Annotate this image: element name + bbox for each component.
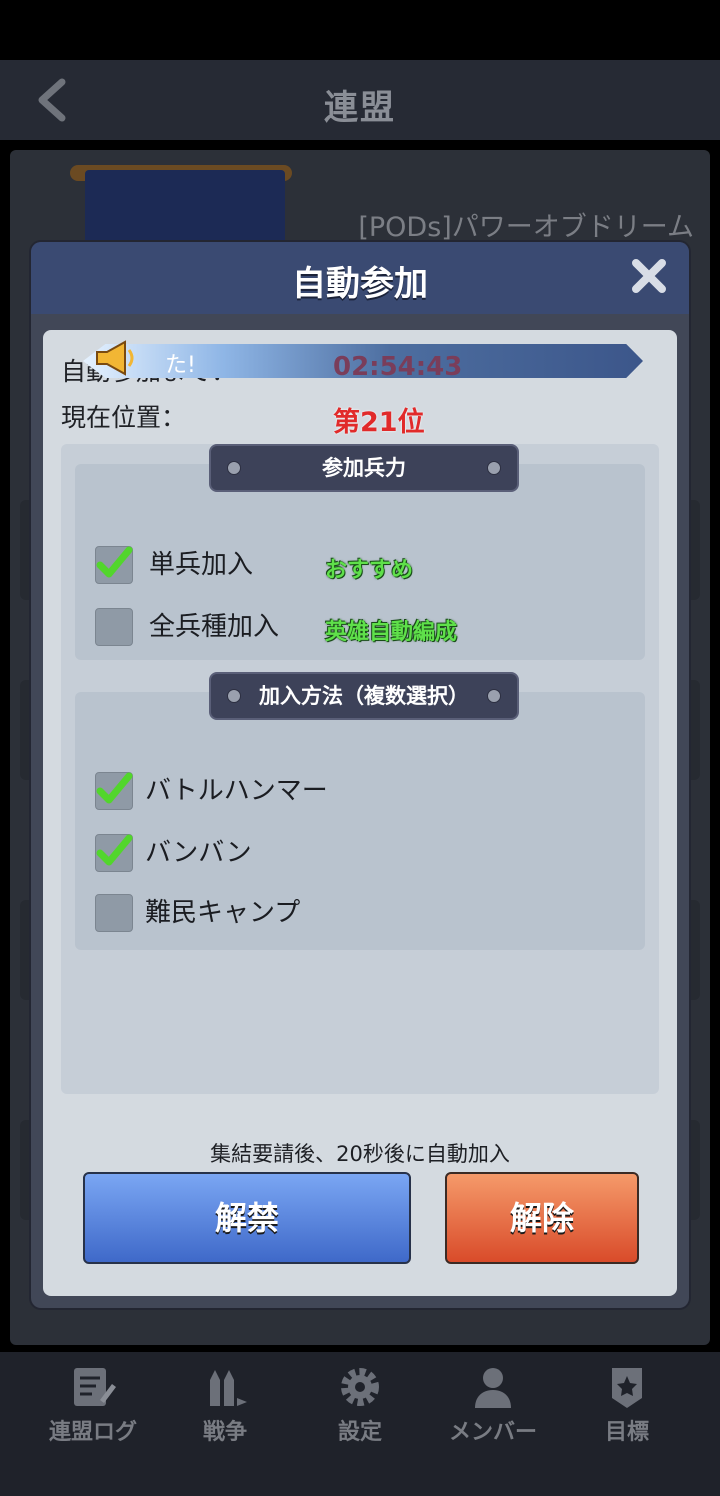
status-bar: [0, 0, 720, 60]
checkbox[interactable]: [95, 894, 133, 932]
dialog-header: 自動参加: [31, 242, 689, 314]
goal-icon: [612, 1368, 642, 1408]
unlock-button[interactable]: 解禁: [83, 1172, 411, 1264]
decor-dot: [227, 461, 241, 475]
recommended-tag: おすすめ: [325, 558, 414, 583]
check-icon: [96, 546, 133, 578]
auto-formation-tag: 英雄自動編成: [325, 620, 458, 645]
check-icon: [96, 772, 133, 804]
member-icon: [475, 1368, 511, 1408]
checkbox[interactable]: [95, 772, 133, 810]
nav-label: メンバー: [448, 1420, 537, 1445]
decor-dot: [487, 689, 501, 703]
decor-dot: [487, 461, 501, 475]
dialog-title: 自動参加: [292, 264, 428, 304]
nav-item-war[interactable]: 戦争: [170, 1364, 280, 1446]
option-label: 全兵種加入: [149, 612, 280, 642]
check-icon: [96, 834, 133, 866]
option-label: 単兵加入: [149, 550, 254, 580]
nav-label: 設定: [337, 1420, 382, 1445]
method-section-title-text: 加入方法（複数選択）: [259, 684, 469, 708]
nav-item-settings[interactable]: 設定: [305, 1364, 415, 1446]
nav-item-member[interactable]: メンバー: [438, 1364, 548, 1446]
troop-section-title-text: 参加兵力: [322, 456, 406, 480]
log-icon: [74, 1368, 116, 1406]
close-icon[interactable]: [629, 256, 669, 296]
method-section-title: 加入方法（複数選択）: [209, 672, 519, 720]
dialog-body: 自動参加まで： た! 02:54:43 現在位置： 第21位 参加兵力: [43, 330, 677, 1296]
auto-join-note: 集結要請後、20秒後に自動加入: [210, 1142, 510, 1166]
alliance-name: [PODs]パワーオブドリーム: [358, 212, 694, 243]
troop-section: 参加兵力 単兵加入 おすすめ 全兵種加入 英雄自動編成: [75, 444, 645, 660]
decor-dot: [227, 689, 241, 703]
position-label: 現在位置：: [61, 403, 187, 432]
option-label: バトルハンマー: [145, 776, 328, 806]
settings-icon: [341, 1368, 379, 1406]
troop-section-title: 参加兵力: [209, 444, 519, 492]
bottom-nav: 連盟ログ 戦争 設定 メンバー 目標: [0, 1352, 720, 1496]
nav-item-log[interactable]: 連盟ログ: [38, 1364, 148, 1446]
auto-join-dialog: 自動参加 自動参加まで： た! 02:54:43 現在位置： 第21位 参加兵力: [31, 242, 689, 1308]
cancel-button[interactable]: 解除: [445, 1172, 639, 1264]
countdown-timer: 02:54:43: [333, 352, 463, 382]
war-icon: [210, 1370, 247, 1406]
method-section: 加入方法（複数選択） バトルハンマー バンバン 難民キャンプ: [75, 672, 645, 950]
nav-label: 戦争: [202, 1420, 247, 1445]
checkbox[interactable]: [95, 546, 133, 584]
nav-label: 連盟ログ: [48, 1420, 137, 1445]
nav-label: 目標: [604, 1420, 649, 1445]
top-bar: 連盟: [0, 60, 720, 140]
option-label: バンバン: [145, 838, 252, 868]
checkbox[interactable]: [95, 608, 133, 646]
checkbox[interactable]: [95, 834, 133, 872]
nav-item-goal[interactable]: 目標: [572, 1364, 682, 1446]
screen-title: 連盟: [324, 88, 396, 128]
megaphone-icon: [96, 340, 134, 376]
option-label: 難民キャンプ: [145, 898, 301, 928]
ribbon-text: た!: [165, 353, 196, 378]
rank-value: 第21位: [333, 407, 425, 438]
options-container: 参加兵力 単兵加入 おすすめ 全兵種加入 英雄自動編成 加入方法（複数選択） バ…: [61, 444, 659, 1094]
